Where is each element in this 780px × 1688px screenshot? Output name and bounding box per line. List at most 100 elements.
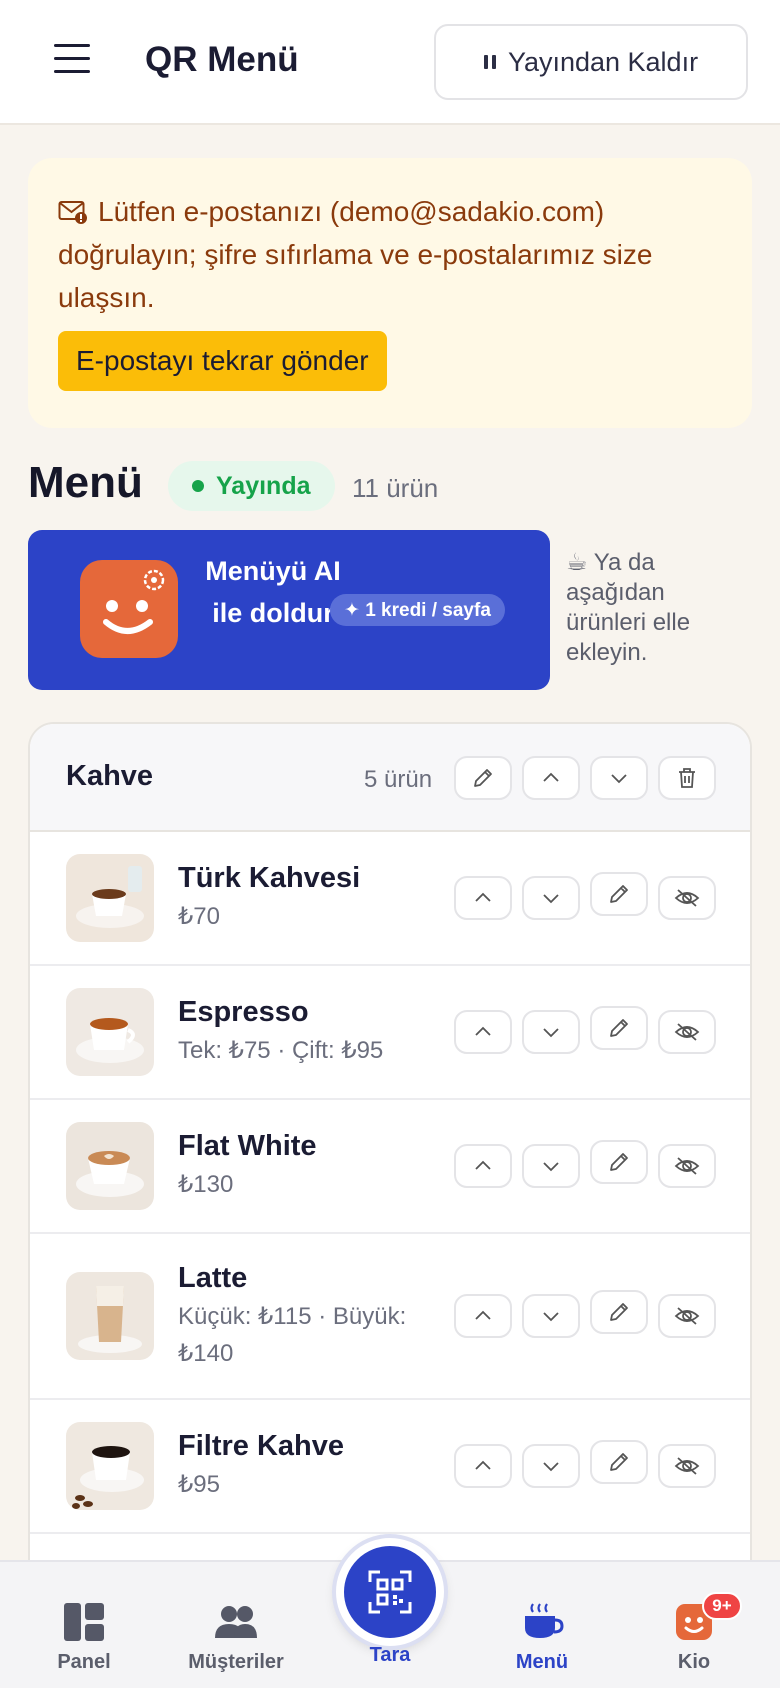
scan-qr-button[interactable] bbox=[336, 1538, 444, 1646]
hide-item-button[interactable] bbox=[658, 1010, 716, 1054]
item-price: Küçük: ₺115 · Büyük: ₺140 bbox=[178, 1303, 407, 1367]
item-price: Tek: ₺75 · Çift: ₺95 bbox=[178, 1037, 384, 1064]
filter-coffee-photo bbox=[66, 1422, 154, 1510]
chevron-down-icon bbox=[543, 1312, 559, 1322]
category-name: Kahve bbox=[66, 760, 154, 792]
chevron-up-icon bbox=[475, 892, 491, 902]
move-item-down-button[interactable] bbox=[522, 1444, 580, 1488]
pencil-icon bbox=[610, 1453, 628, 1471]
nav-panel[interactable]: Panel bbox=[24, 1602, 144, 1674]
turkish-coffee-photo bbox=[66, 854, 154, 942]
customers-icon bbox=[215, 1606, 257, 1638]
item-price: ₺70 bbox=[178, 903, 220, 930]
ai-fill-menu-button[interactable]: Menüyü AI ile doldur ✦ 1 kredi / sayfa bbox=[28, 530, 550, 690]
nav-customers-label: Müşteriler bbox=[188, 1651, 284, 1673]
credit-badge: ✦ 1 kredi / sayfa bbox=[330, 594, 505, 626]
pencil-icon bbox=[610, 1153, 628, 1171]
move-category-up-button[interactable] bbox=[522, 756, 580, 800]
edit-item-button[interactable] bbox=[590, 1290, 648, 1334]
eye-off-icon bbox=[674, 1157, 700, 1175]
move-item-up-button[interactable] bbox=[454, 876, 512, 920]
pencil-icon bbox=[474, 769, 492, 787]
ai-fill-label: Menüyü AI ile doldur bbox=[205, 556, 341, 628]
top-bar: QR Menü Yayından Kaldır bbox=[0, 0, 780, 125]
pause-icon bbox=[483, 55, 496, 69]
item-name: Filtre Kahve bbox=[178, 1430, 344, 1462]
notice-message: Lütfen e-postanızı (demo@sadakio.com) do… bbox=[58, 196, 653, 313]
chevron-down-icon bbox=[543, 1162, 559, 1172]
pencil-icon bbox=[610, 1019, 628, 1037]
eye-off-icon bbox=[674, 1307, 700, 1325]
chevron-up-icon bbox=[543, 772, 559, 782]
chevron-up-icon bbox=[475, 1310, 491, 1320]
coffee-cup-icon bbox=[525, 1603, 564, 1638]
status-label: Yayında bbox=[216, 471, 311, 500]
move-item-up-button[interactable] bbox=[454, 1444, 512, 1488]
menu-title: Menü bbox=[28, 458, 143, 507]
pencil-icon bbox=[610, 1303, 628, 1321]
item-price: ₺95 bbox=[178, 1471, 220, 1498]
chevron-down-icon bbox=[543, 894, 559, 904]
mail-warning-icon bbox=[58, 201, 87, 224]
move-item-up-button[interactable] bbox=[454, 1294, 512, 1338]
chevron-down-icon bbox=[543, 1462, 559, 1472]
chevron-down-icon bbox=[611, 774, 627, 784]
eye-off-icon bbox=[674, 889, 700, 907]
category-count: 5 ürün bbox=[364, 766, 433, 793]
menu-item-row: Filtre Kahve ₺95 bbox=[30, 1400, 750, 1534]
move-item-down-button[interactable] bbox=[522, 1144, 580, 1188]
move-item-down-button[interactable] bbox=[522, 1010, 580, 1054]
status-badge: Yayında bbox=[168, 461, 335, 511]
item-name: Espresso bbox=[178, 996, 309, 1028]
menu-item-row: Flat White ₺130 bbox=[30, 1100, 750, 1234]
item-name: Latte bbox=[178, 1262, 248, 1294]
hide-item-button[interactable] bbox=[658, 876, 716, 920]
product-count: 11 ürün bbox=[352, 473, 439, 503]
move-item-up-button[interactable] bbox=[454, 1010, 512, 1054]
edit-item-button[interactable] bbox=[590, 1440, 648, 1484]
manual-add-hint: ☕ Ya da aşağıdan ürünleri elle ekleyin. bbox=[566, 549, 691, 666]
kio-mascot-icon bbox=[80, 560, 178, 658]
qr-code-icon bbox=[368, 1570, 412, 1614]
eye-off-icon bbox=[674, 1023, 700, 1041]
trash-icon bbox=[679, 768, 695, 788]
eye-off-icon bbox=[674, 1457, 700, 1475]
chevron-up-icon bbox=[475, 1460, 491, 1470]
menu-item-row: Türk Kahvesi ₺70 bbox=[30, 832, 750, 966]
edit-item-button[interactable] bbox=[590, 1006, 648, 1050]
move-item-down-button[interactable] bbox=[522, 876, 580, 920]
app-title: QR Menü bbox=[145, 40, 299, 79]
chevron-down-icon bbox=[543, 1028, 559, 1038]
item-name: Flat White bbox=[178, 1130, 317, 1162]
chevron-up-icon bbox=[475, 1026, 491, 1036]
item-name: Türk Kahvesi bbox=[178, 862, 361, 894]
hide-item-button[interactable] bbox=[658, 1294, 716, 1338]
move-category-down-button[interactable] bbox=[590, 756, 648, 800]
unpublish-button[interactable]: Yayından Kaldır bbox=[434, 24, 748, 100]
hamburger-menu-icon[interactable] bbox=[54, 44, 90, 74]
edit-item-button[interactable] bbox=[590, 1140, 648, 1184]
move-item-up-button[interactable] bbox=[454, 1144, 512, 1188]
category-header: Kahve 5 ürün bbox=[30, 724, 750, 832]
edit-category-button[interactable] bbox=[454, 756, 512, 800]
espresso-photo bbox=[66, 988, 154, 1076]
email-verification-notice: Lütfen e-postanızı (demo@sadakio.com) do… bbox=[28, 158, 752, 428]
flat-white-photo bbox=[66, 1122, 154, 1210]
unpublish-label: Yayından Kaldır bbox=[507, 46, 699, 77]
menu-item-row: Espresso Tek: ₺75 · Çift: ₺95 bbox=[30, 966, 750, 1100]
scan-label: Tara bbox=[369, 1644, 411, 1666]
nav-customers[interactable]: Müşteriler bbox=[176, 1602, 296, 1674]
nav-menu[interactable]: Menü bbox=[482, 1602, 602, 1674]
move-item-down-button[interactable] bbox=[522, 1294, 580, 1338]
latte-photo bbox=[66, 1272, 154, 1360]
hide-item-button[interactable] bbox=[658, 1444, 716, 1488]
hide-item-button[interactable] bbox=[658, 1144, 716, 1188]
nav-panel-label: Panel bbox=[57, 1651, 111, 1673]
status-dot-icon bbox=[192, 480, 204, 492]
delete-category-button[interactable] bbox=[658, 756, 716, 800]
resend-email-button[interactable]: E-postayı tekrar gönder bbox=[58, 331, 387, 391]
nav-kio-label: Kio bbox=[677, 1651, 711, 1673]
dashboard-icon bbox=[64, 1603, 104, 1641]
edit-item-button[interactable] bbox=[590, 872, 648, 916]
chevron-up-icon bbox=[475, 1160, 491, 1170]
